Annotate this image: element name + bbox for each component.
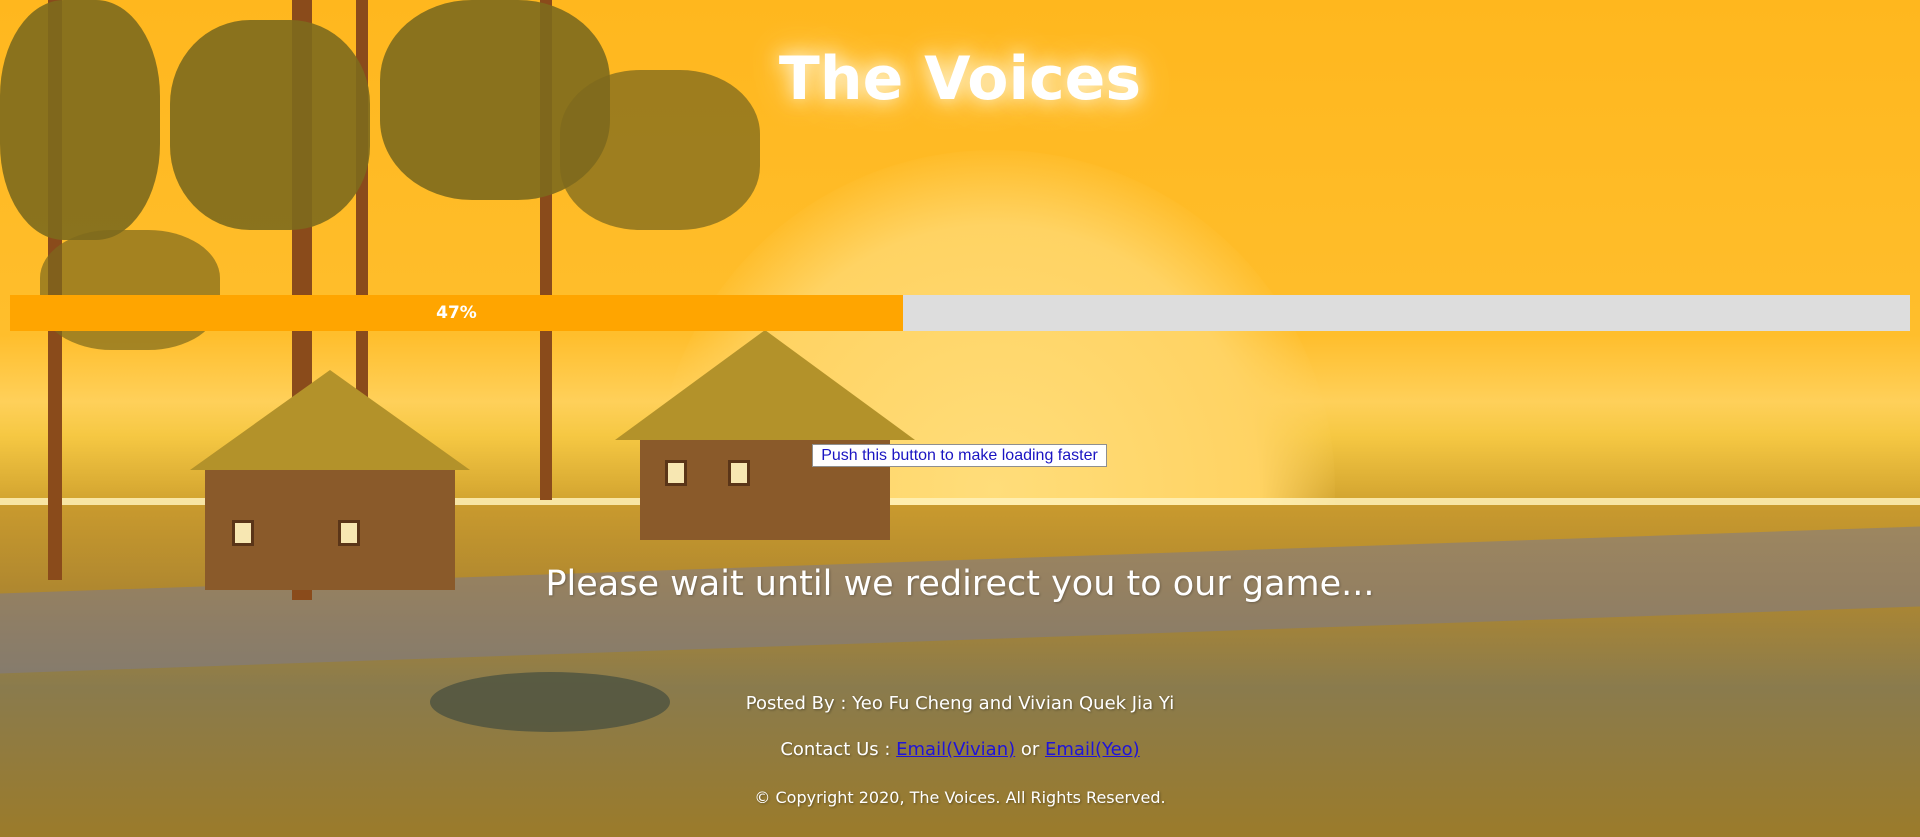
email-vivian-link[interactable]: Email(Vivian) (896, 739, 1015, 760)
tree-foliage (0, 0, 160, 240)
house-window (338, 520, 360, 546)
tree-foliage (40, 230, 220, 350)
progress-fill: 47% (10, 295, 903, 331)
contact-prefix: Contact Us : (780, 739, 897, 760)
progress-label: 47% (436, 303, 477, 323)
email-yeo-link[interactable]: Email(Yeo) (1045, 739, 1140, 760)
loading-progress-bar: 47% (10, 295, 1910, 331)
redirect-message: Please wait until we redirect you to our… (545, 564, 1375, 604)
contact-or: or (1015, 739, 1045, 760)
house-roof (190, 370, 470, 470)
house-window (728, 460, 750, 486)
copyright-notice: © Copyright 2020, The Voices. All Rights… (754, 788, 1166, 807)
speed-up-loading-button[interactable]: Push this button to make loading faster (812, 444, 1107, 467)
page-title: The Voices (778, 44, 1142, 114)
posted-by: Posted By : Yeo Fu Cheng and Vivian Quek… (745, 693, 1175, 714)
house-window (665, 460, 687, 486)
house-window (232, 520, 254, 546)
contact-line: Contact Us : Email(Vivian) or Email(Yeo) (0, 739, 1920, 760)
